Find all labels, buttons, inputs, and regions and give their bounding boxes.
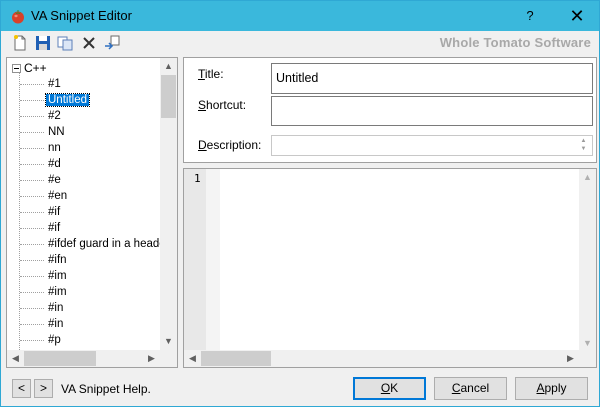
tree-item[interactable]: #en [7,188,162,204]
scroll-corner [579,350,596,367]
tree-item-label: #en [48,190,68,202]
scroll-right-icon[interactable]: ▶ [562,350,579,367]
tree-item[interactable]: #d [7,156,162,172]
tree-item-label: #ifn [48,254,67,266]
apply-accesskey: A [536,381,545,395]
description-field[interactable]: ▲ ▼ [271,135,593,156]
next-button[interactable]: > [34,379,53,398]
scroll-left-icon[interactable]: ◀ [184,350,201,367]
fold-margin [206,169,220,352]
import-icon[interactable] [103,34,121,52]
title-label: Title: [198,67,224,81]
scroll-right-icon[interactable]: ▶ [143,350,160,367]
tree-item-label: #ifdef guard in a heade [48,238,166,250]
scroll-up-icon[interactable]: ▲ [160,58,177,75]
brand-label: Whole Tomato Software [439,35,591,50]
description-label-accesskey: D [198,138,207,152]
shortcut-label-accesskey: S [198,98,207,112]
scroll-left-icon[interactable]: ◀ [7,350,24,367]
tree-root-node[interactable]: C++ [12,60,47,76]
cancel-button[interactable]: Cancel [434,377,507,400]
line-number-gutter: 1 [184,169,206,352]
cancel-label: ancel [460,381,490,395]
scroll-corner [160,350,177,367]
tree-item[interactable]: nn [7,140,162,156]
line-number: 1 [194,172,201,185]
shortcut-field[interactable] [271,96,593,126]
tree-item[interactable]: #ifdef guard in a heade [7,236,166,252]
previous-button[interactable]: < [12,379,31,398]
snippet-help-text: VA Snippet Help. [61,382,151,396]
snippet-code-editor[interactable]: 1 ▲ ▼ ◀ ▶ [183,168,597,368]
tree-item-label: #d [48,158,61,170]
tree-item-label: nn [48,142,61,154]
snippet-tree[interactable]: C++ #1 Untitled #2 NN nn #d #e #en #if #… [6,57,178,368]
tree-item-label: #2 [48,110,61,122]
collapse-icon[interactable] [12,63,21,73]
close-button[interactable]: ✕ [557,1,597,31]
tree-item-label: NN [48,126,65,138]
title-field[interactable]: Untitled [271,63,593,94]
tomato-app-icon [12,10,24,24]
tree-item-label: #e [48,174,61,186]
tree-item[interactable]: #im [7,268,162,284]
tree-item[interactable]: #1 [7,76,162,92]
description-label: Description: [198,138,261,152]
scroll-thumb[interactable] [161,75,176,118]
shortcut-label: Shortcut: [198,98,246,112]
scroll-up-icon[interactable]: ▲ [579,169,596,186]
tree-item-label: Untitled [45,93,90,107]
tree-item-selected[interactable]: Untitled [7,92,162,108]
tree-item[interactable]: #2 [7,108,162,124]
tree-item[interactable]: #if [7,220,162,236]
tree-item-label: #im [48,270,67,282]
tree-item-label: #if [48,222,61,234]
editor-vertical-scrollbar[interactable]: ▲ ▼ [579,169,596,352]
editor-horizontal-scrollbar[interactable]: ◀ ▶ [184,350,579,367]
ok-label: K [390,381,399,395]
tree-item[interactable]: #in [7,300,162,316]
apply-label: pply [544,381,567,395]
tree-root-label: C++ [24,61,47,75]
tree-item-label: #p [48,334,61,346]
snippet-editor-window: VA Snippet Editor ? ✕ Whole Tomato Softw… [0,0,600,407]
tree-item-label: #if [48,206,61,218]
toolbar: Whole Tomato Software [1,31,599,55]
title-bar: VA Snippet Editor ? ✕ [1,1,599,31]
tree-item[interactable]: #im [7,284,162,300]
new-snippet-icon[interactable] [11,34,29,52]
tree-item[interactable]: #p [7,332,162,348]
tree-horizontal-scrollbar[interactable]: ◀ ▶ [7,350,160,367]
tree-item-label: #im [48,286,67,298]
tree-item-label: #in [48,302,64,314]
ok-accesskey: O [380,381,391,395]
title-label-text: itle: [204,67,224,81]
title-label-accesskey: T [198,67,205,81]
tree-item[interactable]: #ifn [7,252,162,268]
apply-button[interactable]: Apply [515,377,588,400]
tree-item[interactable]: #in [7,316,162,332]
window-title: VA Snippet Editor [31,8,132,23]
scroll-thumb[interactable] [201,351,271,366]
description-spin-icon[interactable]: ▲ ▼ [576,137,591,154]
snippet-properties: Title: Untitled Shortcut: Description: ▲… [183,57,597,163]
ok-button[interactable]: OK [353,377,426,400]
tree-item[interactable]: NN [7,124,162,140]
tree-item-label: #1 [48,78,61,90]
scroll-thumb[interactable] [24,351,96,366]
tree-item[interactable]: #e [7,172,162,188]
help-button[interactable]: ? [513,1,547,31]
save-icon[interactable] [34,34,52,52]
copy-icon[interactable] [56,34,74,52]
shortcut-label-text: hortcut: [206,98,247,112]
delete-icon[interactable] [80,34,98,52]
tree-items: #1 Untitled #2 NN nn #d #e #en #if #if #… [7,76,166,348]
tree-vertical-scrollbar[interactable]: ▲ ▼ [160,58,177,350]
description-label-text: escription: [206,138,262,152]
scroll-down-icon[interactable]: ▼ [160,333,177,350]
tree-item-label: #in [48,318,64,330]
tree-item[interactable]: #if [7,204,162,220]
